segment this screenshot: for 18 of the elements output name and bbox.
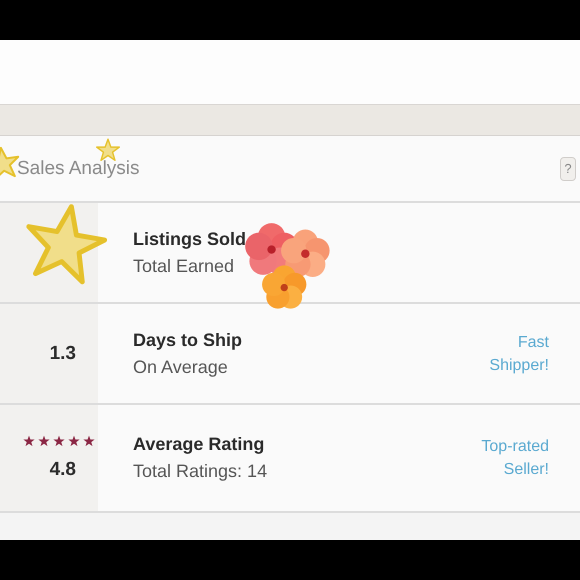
stat-title: Listings Sold [133,228,248,250]
stat-subtitle: Total Earned [133,256,236,276]
stat-title: Average Rating [133,434,266,455]
star-icon [23,435,35,447]
star-icon [53,435,65,447]
star-icon [68,435,80,447]
star-icon [83,435,95,447]
help-button[interactable]: ? [560,156,576,180]
seller-label: Fast Shipper! [488,332,549,376]
stat-value: 4.8 [50,459,76,481]
stat-value: 1.3 [50,342,76,364]
stat-subtitle: On Average [133,356,229,378]
star-icon [96,138,120,162]
stat-subtitle: Total Ratings: 14 [133,461,268,482]
star-icon [38,435,50,447]
panel-title: Sales Analysis [17,158,140,180]
seller-label: Top-rated Seller! [480,437,549,480]
stat-title: Days to Ship [133,330,244,350]
